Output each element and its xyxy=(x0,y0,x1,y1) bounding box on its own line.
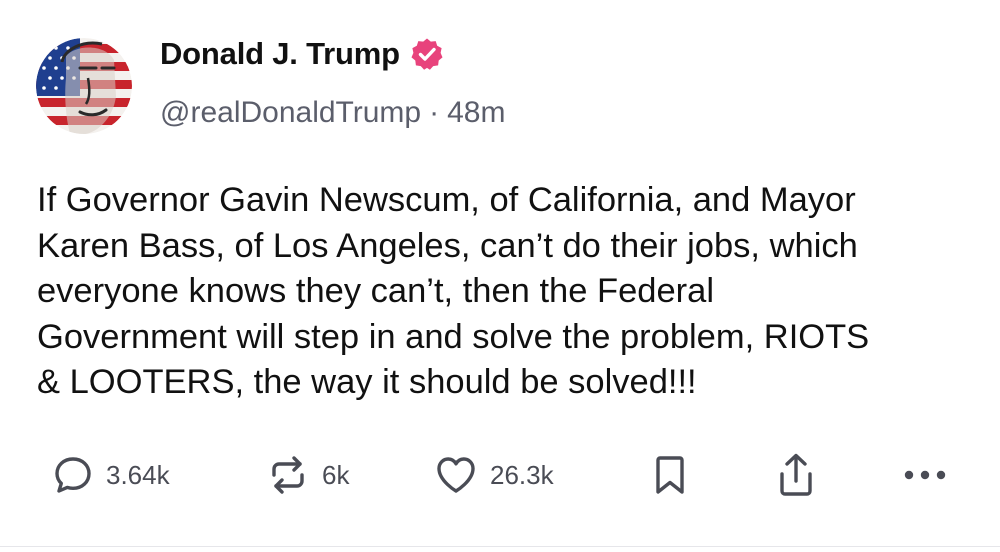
more-options-button[interactable] xyxy=(903,450,947,500)
meta-separator: · xyxy=(429,96,440,129)
share-icon xyxy=(780,453,812,496)
share-button[interactable] xyxy=(776,450,816,500)
heart-icon xyxy=(437,457,475,493)
reply-count: 3.64k xyxy=(106,459,170,490)
reply-button[interactable]: 3.64k xyxy=(52,450,170,500)
repost-button[interactable]: 6k xyxy=(266,450,349,500)
bookmark-button[interactable] xyxy=(652,450,688,500)
repost-count: 6k xyxy=(322,459,350,490)
truth-post: Donald J. Trump @realDonaldTrump · 48m If … xyxy=(0,0,1000,552)
repost-icon xyxy=(272,456,304,494)
like-count: 26.3k xyxy=(490,459,554,490)
bookmark-icon xyxy=(656,456,684,494)
more-dots-icon xyxy=(904,470,946,480)
author-display-name[interactable]: Donald J. Trump xyxy=(160,36,400,72)
verified-badge-icon xyxy=(410,37,444,71)
like-button[interactable]: 26.3k xyxy=(434,450,554,500)
post-action-bar: 3.64k 6k 26.3k xyxy=(0,450,1000,500)
author-avatar[interactable] xyxy=(36,38,132,134)
post-timestamp[interactable]: 48m xyxy=(447,96,505,129)
author-handle[interactable]: @realDonaldTrump xyxy=(160,96,421,129)
author-handle-row: @realDonaldTrump · 48m xyxy=(160,96,505,130)
post-text: If Governor Gavin Newscum, of California… xyxy=(37,181,870,401)
avatar-image xyxy=(36,38,132,134)
author-display-name-row: Donald J. Trump xyxy=(160,36,444,72)
post-divider xyxy=(0,546,1000,547)
reply-bubble-icon xyxy=(55,457,91,493)
